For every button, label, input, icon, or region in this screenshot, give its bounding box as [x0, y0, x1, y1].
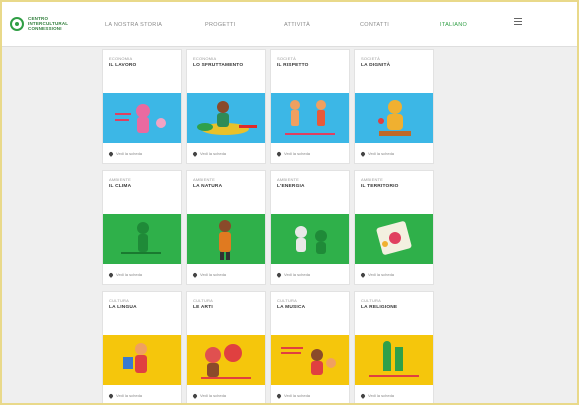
card-link-label: Vedi la scheda [284, 272, 311, 277]
card-link-label: Vedi la scheda [284, 393, 311, 398]
card-illustration [271, 214, 349, 264]
pin-icon [360, 150, 366, 157]
card-illustration [355, 214, 433, 264]
card-category: AMBIENTE [277, 177, 300, 182]
card-link[interactable]: Vedi la scheda [360, 392, 395, 399]
card-link[interactable]: Vedi la scheda [360, 271, 395, 278]
card-title: LA DIGNITÀ [361, 63, 391, 68]
card-2[interactable]: ECONOMIA LO SFRUTTAMENTO Vedi la scheda [186, 49, 266, 164]
card-link[interactable]: Vedi la scheda [276, 392, 311, 399]
logo-line: CONNESSIONI [28, 26, 62, 31]
card-8[interactable]: AMBIENTE IL TERRITORIO Vedi la scheda [354, 170, 434, 285]
card-title: LA RELIGIONE [361, 305, 398, 310]
card-illustration [355, 335, 433, 385]
nav-link-contatti[interactable]: CONTATTI [360, 22, 389, 28]
card-title: LA LINGUA [109, 305, 137, 310]
pin-icon [360, 271, 366, 278]
pin-icon [192, 392, 198, 399]
card-link[interactable]: Vedi la scheda [360, 150, 395, 157]
pin-icon [192, 271, 198, 278]
site-logo[interactable]: CENTRO INTERCULTURAL CONNESSIONI [10, 16, 68, 31]
card-title: IL TERRITORIO [361, 184, 399, 189]
card-link-label: Vedi la scheda [284, 151, 311, 156]
nav-link-progetti[interactable]: PROGETTI [205, 22, 236, 28]
card-category: ECONOMIA [109, 56, 133, 61]
logo-text: CENTRO INTERCULTURAL CONNESSIONI [28, 16, 68, 31]
card-link-label: Vedi la scheda [200, 151, 227, 156]
card-illustration [103, 93, 181, 143]
pin-icon [276, 392, 282, 399]
card-category: ECONOMIA [193, 56, 217, 61]
pin-icon [276, 150, 282, 157]
pin-icon [276, 271, 282, 278]
card-link[interactable]: Vedi la scheda [192, 392, 227, 399]
card-link-label: Vedi la scheda [368, 272, 395, 277]
card-title: LE ARTI [193, 305, 213, 310]
card-category: CULTURA [277, 298, 297, 303]
card-illustration [187, 214, 265, 264]
nav-link-attivita[interactable]: ATTIVITÀ [284, 22, 310, 28]
card-12[interactable]: CULTURA LA RELIGIONE Vedi la scheda [354, 291, 434, 403]
pin-icon [192, 150, 198, 157]
pin-icon [360, 392, 366, 399]
card-category: CULTURA [109, 298, 129, 303]
card-title: IL CLIMA [109, 184, 132, 189]
card-1[interactable]: ECONOMIA IL LAVORO Vedi la scheda [102, 49, 182, 164]
card-category: AMBIENTE [361, 177, 384, 182]
card-link-label: Vedi la scheda [116, 272, 143, 277]
pin-icon [108, 392, 114, 399]
card-illustration [355, 93, 433, 143]
card-7[interactable]: AMBIENTE L'ENERGIA Vedi la scheda [270, 170, 350, 285]
card-category: SOCIETÀ [361, 56, 380, 61]
card-9[interactable]: CULTURA LA LINGUA Vedi la scheda [102, 291, 182, 403]
logo-icon [10, 16, 24, 31]
card-category: AMBIENTE [193, 177, 216, 182]
nav-link-storia[interactable]: LA NOSTRA STORIA [105, 22, 162, 28]
card-title: IL LAVORO [109, 63, 137, 68]
card-illustration [187, 93, 265, 143]
card-title: LO SFRUTTAMENTO [193, 63, 244, 68]
card-link-label: Vedi la scheda [200, 272, 227, 277]
card-link[interactable]: Vedi la scheda [108, 392, 143, 399]
card-link-label: Vedi la scheda [368, 151, 395, 156]
card-link[interactable]: Vedi la scheda [192, 150, 227, 157]
pin-icon [108, 150, 114, 157]
card-category: CULTURA [193, 298, 213, 303]
card-illustration [187, 335, 265, 385]
card-category: AMBIENTE [109, 177, 132, 182]
card-10[interactable]: CULTURA LE ARTI Vedi la scheda [186, 291, 266, 403]
card-5[interactable]: AMBIENTE IL CLIMA Vedi la scheda [102, 170, 182, 285]
language-selector[interactable]: ITALIANO [440, 22, 467, 28]
card-link[interactable]: Vedi la scheda [192, 271, 227, 278]
card-6[interactable]: AMBIENTE LA NATURA Vedi la scheda [186, 170, 266, 285]
page-frame: CENTRO INTERCULTURAL CONNESSIONI LA NOST… [2, 2, 577, 403]
card-link-label: Vedi la scheda [368, 393, 395, 398]
card-link[interactable]: Vedi la scheda [108, 150, 143, 157]
card-category: CULTURA [361, 298, 381, 303]
card-link-label: Vedi la scheda [116, 151, 143, 156]
card-illustration [271, 335, 349, 385]
card-link-label: Vedi la scheda [200, 393, 227, 398]
card-link-label: Vedi la scheda [116, 393, 143, 398]
card-illustration [271, 93, 349, 143]
card-illustration [103, 335, 181, 385]
card-link[interactable]: Vedi la scheda [276, 271, 311, 278]
card-11[interactable]: CULTURA LA MUSICA Vedi la scheda [270, 291, 350, 403]
pin-icon [108, 271, 114, 278]
card-title: LA NATURA [193, 184, 223, 189]
card-title: IL RISPETTO [277, 63, 309, 68]
card-link[interactable]: Vedi la scheda [108, 271, 143, 278]
hamburger-menu-icon[interactable] [514, 18, 522, 26]
card-title: L'ENERGIA [277, 184, 305, 189]
top-navigation-bar: CENTRO INTERCULTURAL CONNESSIONI LA NOST… [2, 2, 577, 47]
card-title: LA MUSICA [277, 305, 306, 310]
card-illustration [103, 214, 181, 264]
card-3[interactable]: SOCIETÀ IL RISPETTO Vedi la scheda [270, 49, 350, 164]
card-4[interactable]: SOCIETÀ LA DIGNITÀ Vedi la scheda [354, 49, 434, 164]
card-link[interactable]: Vedi la scheda [276, 150, 311, 157]
card-category: SOCIETÀ [277, 56, 296, 61]
